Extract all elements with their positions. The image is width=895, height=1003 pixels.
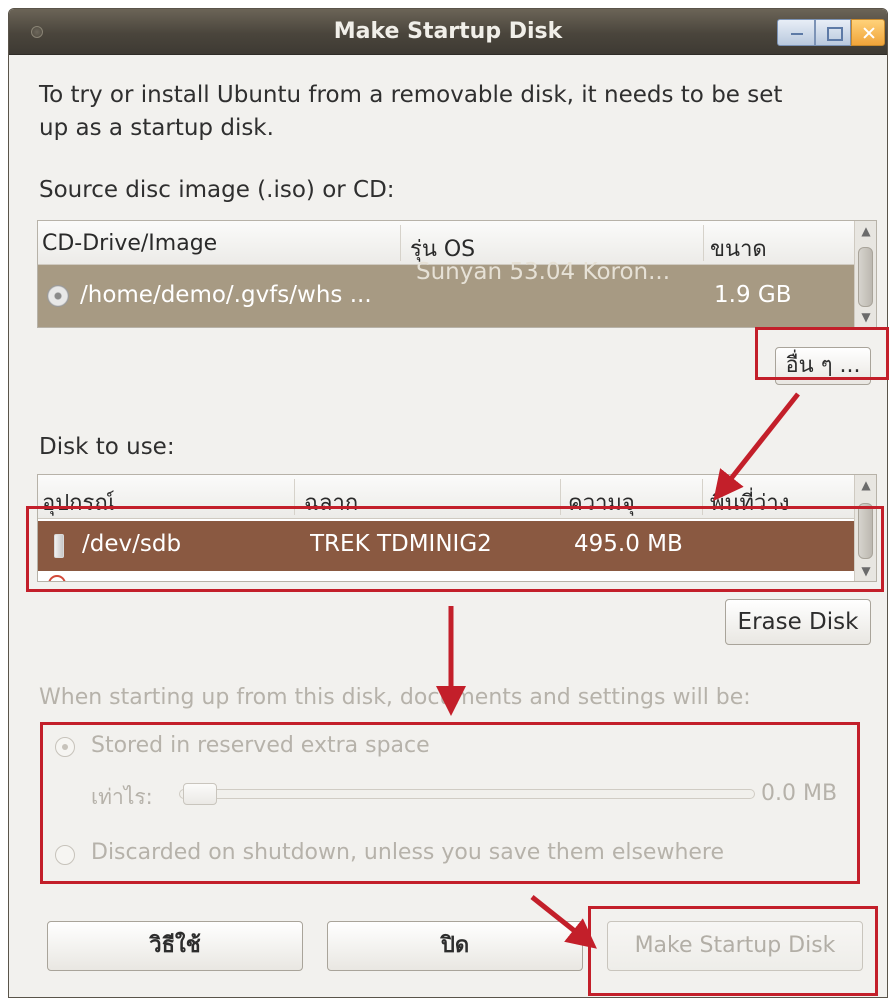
discarded-option-label[interactable]: Discarded on shutdown, unless you save t… <box>91 840 724 865</box>
maximize-button[interactable] <box>815 19 851 46</box>
size-label: เท่าไร: <box>91 785 153 809</box>
cd-icon <box>47 285 69 307</box>
disk-list[interactable]: อุปกรณ์ ฉลาก ความจุ พื้นที่ว่าง /dev/sdb… <box>37 474 877 582</box>
close-button[interactable]: ปิด <box>327 921 583 971</box>
size-slider-track[interactable] <box>179 789 755 799</box>
source-image-path: /home/demo/.gvfs/whs ... <box>80 282 372 308</box>
intro-text: To try or install Ubuntu from a removabl… <box>39 79 859 145</box>
source-list[interactable]: CD-Drive/Image รุ่น OS ขนาด /home/demo/.… <box>37 220 877 328</box>
stored-option-label[interactable]: Stored in reserved extra space <box>91 733 430 758</box>
scroll-thumb[interactable] <box>858 503 873 559</box>
column-separator <box>560 479 561 515</box>
disk-row[interactable]: /dev/sdb TREK TDMINIG2 495.0 MB <box>38 521 854 571</box>
source-label: Source disc image (.iso) or CD: <box>39 177 395 203</box>
partial-row-icon <box>48 575 66 581</box>
minimize-button[interactable] <box>777 19 815 46</box>
column-separator <box>294 479 295 515</box>
disk-device: /dev/sdb <box>82 531 182 557</box>
title-bar[interactable]: Make Startup Disk <box>9 9 887 55</box>
column-free-space[interactable]: พื้นที่ว่าง <box>710 485 830 520</box>
disk-capacity: 495.0 MB <box>574 531 683 557</box>
scroll-down-arrow[interactable]: ▼ <box>855 561 876 581</box>
disk-label-value: TREK TDMINIG2 <box>310 531 492 557</box>
persistence-label: When starting up from this disk, documen… <box>39 685 751 710</box>
close-window-button[interactable] <box>851 19 885 46</box>
other-source-button[interactable]: อื่น ๆ ... <box>775 347 871 385</box>
intro-line-1: To try or install Ubuntu from a removabl… <box>39 82 783 108</box>
discarded-radio[interactable] <box>55 845 75 865</box>
source-row[interactable]: /home/demo/.gvfs/whs ... Sunyan 53.04 Ko… <box>38 259 854 327</box>
disk-scrollbar[interactable]: ▲ ▼ <box>854 475 876 581</box>
usb-drive-icon <box>54 534 64 558</box>
column-device[interactable]: อุปกรณ์ <box>42 485 292 520</box>
scroll-down-arrow[interactable]: ▼ <box>855 307 876 327</box>
scroll-thumb[interactable] <box>858 247 873 307</box>
window-title: Make Startup Disk <box>333 19 563 44</box>
erase-disk-button[interactable]: Erase Disk <box>725 599 871 645</box>
help-button[interactable]: วิธีใช้ <box>47 921 303 971</box>
make-startup-disk-window: Make Startup Disk To try or install Ubun… <box>8 8 888 998</box>
make-startup-disk-button[interactable]: Make Startup Disk <box>607 921 863 971</box>
column-label[interactable]: ฉลาก <box>304 485 554 520</box>
column-size[interactable]: ขนาด <box>710 231 830 266</box>
scroll-up-arrow[interactable]: ▲ <box>855 475 876 495</box>
disk-label: Disk to use: <box>39 434 175 460</box>
column-separator <box>702 479 703 515</box>
source-size: 1.9 GB <box>714 282 792 308</box>
column-capacity[interactable]: ความจุ <box>568 485 698 520</box>
stored-radio[interactable] <box>55 737 75 757</box>
column-cd-drive[interactable]: CD-Drive/Image <box>42 231 392 256</box>
scroll-up-arrow[interactable]: ▲ <box>855 221 876 241</box>
disk-list-header: อุปกรณ์ ฉลาก ความจุ พื้นที่ว่าง <box>38 475 854 519</box>
window-controls <box>777 19 885 46</box>
size-value: 0.0 MB <box>761 781 838 806</box>
intro-line-2: up as a startup disk. <box>39 115 274 141</box>
column-separator <box>703 225 704 261</box>
source-os: Sunyan 53.04 Koron... <box>416 259 671 285</box>
column-separator <box>400 225 401 261</box>
size-slider-handle[interactable] <box>183 783 217 805</box>
source-scrollbar[interactable]: ▲ ▼ <box>854 221 876 327</box>
